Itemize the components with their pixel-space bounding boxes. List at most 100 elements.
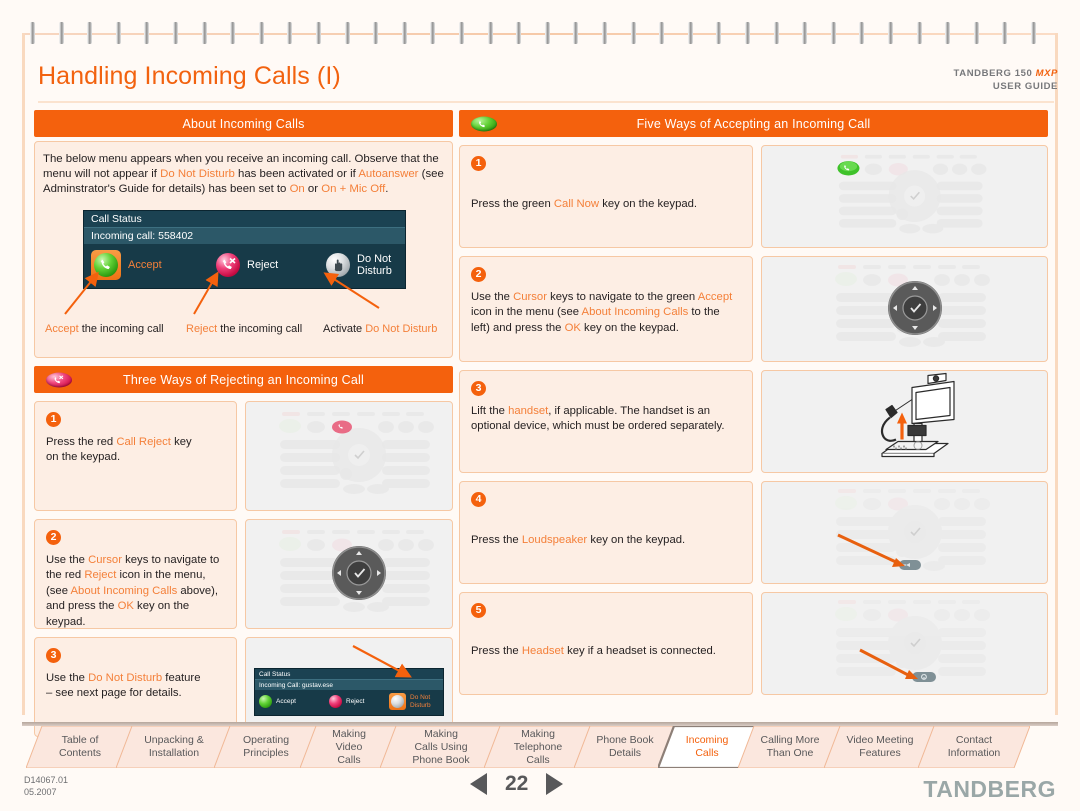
a2-hl1: Cursor: [513, 291, 547, 303]
step-number-badge: 5: [471, 603, 486, 618]
r3-t1: Use the: [46, 672, 89, 684]
callout-accept-rest: the incoming call: [78, 322, 164, 335]
callout-reject: Reject the incoming call: [186, 323, 302, 335]
step-number-badge: 1: [46, 412, 61, 427]
reject-step-row-2: 2 Use the Cursor keys to navigate to the…: [34, 519, 453, 629]
r3-t3: – see next page for details.: [46, 687, 182, 700]
a1-t1: Press the green: [471, 198, 554, 210]
a2-hl2: Accept: [697, 291, 733, 303]
page-title: Handling Incoming Calls (I): [38, 62, 341, 90]
section-header-five-ways-accepting: Five Ways of Accepting an Incoming Call: [459, 110, 1048, 137]
tab-label: Calling More Than One: [760, 734, 820, 759]
accept-step-pic-3: [761, 370, 1048, 473]
accept-step-2-text: Use the Cursor keys to navigate to the g…: [471, 290, 741, 336]
red-phone-pill-icon: [46, 372, 72, 387]
a1-hl1: Call Now: [553, 198, 600, 210]
title-rule: [38, 101, 1054, 103]
about-paragraph: The below menu appears when you receive …: [43, 152, 444, 198]
reject-step-card-2: 2 Use the Cursor keys to navigate to the…: [34, 519, 237, 629]
reject-step-pic-2: [245, 519, 453, 629]
remote-control-image-reject: [254, 408, 444, 504]
accept-step-row-5: 5 Press the Headset key if a headset is …: [459, 592, 1048, 695]
tab-label: Making Telephone Calls: [513, 727, 563, 766]
brand-product-mxp: MXP: [1035, 68, 1058, 79]
accept-step-3-text: Lift the handset, if applicable. The han…: [471, 404, 741, 435]
green-phone-pill-icon: [471, 116, 497, 131]
a2-t5: key on the keypad.: [580, 321, 679, 334]
section-title-accepting: Five Ways of Accepting an Incoming Call: [636, 116, 871, 131]
right-column: Five Ways of Accepting an Incoming Call …: [459, 110, 1048, 695]
videophone-handset-illustration: [830, 371, 980, 472]
user-guide-page: Handling Incoming Calls (I) TANDBERG 150…: [0, 0, 1080, 811]
about-hl-do-not-disturb: Do Not Disturb: [160, 168, 235, 181]
a2-hl4: OK: [564, 321, 581, 334]
accept-step-pic-1: [761, 145, 1048, 248]
r2-hl3: About Incoming Calls: [70, 584, 178, 597]
menu-reject-label: Reject: [247, 258, 279, 271]
callout-dnd: Activate Do Not Disturb: [323, 323, 437, 335]
accept-step-row-2: 2 Use the Cursor keys to navigate to the…: [459, 256, 1048, 362]
tab-label: Phone Book Details: [596, 734, 654, 759]
accept-step-row-3: 3 Lift the handset, if applicable. The h…: [459, 370, 1048, 473]
step-number-badge: 4: [471, 492, 486, 507]
reject-pill-badge: [46, 372, 72, 387]
brand-guide: USER GUIDE: [992, 81, 1058, 92]
about-hl-on-mic-off: On + Mic Off: [321, 183, 386, 196]
a4-t2: key on the keypad.: [587, 534, 686, 546]
r1-hl1: Call Reject: [116, 436, 171, 448]
a2-hl3: About Incoming Calls: [581, 306, 689, 319]
r1-t1: Press the red: [46, 436, 117, 448]
section-title-rejecting: Three Ways of Rejecting an Incoming Call: [123, 372, 364, 387]
step-number-badge: 2: [46, 530, 61, 545]
accept-step-card-3: 3 Lift the handset, if applicable. The h…: [459, 370, 753, 473]
r1-t3: on the keypad.: [46, 451, 121, 464]
accept-step-card-1: 1 Press the green Call Now key on the ke…: [459, 145, 753, 248]
previous-page-arrow-icon[interactable]: [470, 773, 487, 795]
menu-accept-label: Accept: [128, 258, 162, 271]
tab-label: Making Video Calls: [332, 727, 366, 766]
reject-step-card-1: 1 Press the red Call Reject key on the ke…: [34, 401, 237, 511]
remote-control-image-call-now: [800, 151, 1010, 243]
tandberg-logo: TANDBERG: [923, 776, 1056, 802]
accept-step-card-4: 4 Press the Loudspeaker key on the keypa…: [459, 481, 753, 584]
a1-t2: key on the keypad.: [599, 198, 698, 210]
section-header-about-incoming-calls: About Incoming Calls: [34, 110, 453, 137]
accept-step-pic-2: [761, 256, 1048, 362]
r2-hl2: Reject: [84, 569, 117, 582]
callout-reject-hl: Reject: [186, 322, 218, 335]
next-page-arrow-icon[interactable]: [546, 773, 564, 795]
brand-block: TANDBERG 150 MXP USER GUIDE: [954, 68, 1058, 92]
about-hl-on: On: [289, 183, 305, 196]
accept-step-card-2: 2 Use the Cursor keys to navigate to the…: [459, 256, 753, 362]
callout-reject-rest: the incoming call: [217, 322, 303, 335]
accept-step-4-text: Press the Loudspeaker key on the keypad.: [471, 533, 741, 548]
brand-product-text: TANDBERG 150: [953, 68, 1036, 79]
about-text-2: has been activated or if: [234, 168, 359, 181]
callout-dnd-pre: Activate: [323, 322, 366, 335]
tab-label: Table of Contents: [58, 734, 102, 759]
r2-hl4: OK: [117, 600, 134, 613]
r2-hl1: Cursor: [88, 554, 122, 566]
page-frame-right-edge: [1055, 33, 1058, 715]
about-text-5: .: [385, 183, 389, 196]
tab-label: Making Calls Using Phone Book: [412, 727, 470, 766]
document-id: D14067.01 05.2007: [24, 774, 68, 798]
menu-dnd-label-l1: Do Not: [357, 252, 392, 265]
a4-t1: Press the: [471, 534, 522, 546]
accept-step-pic-4: [761, 481, 1048, 584]
a2-t1: Use the: [471, 291, 514, 303]
a3-t1: Lift the: [471, 405, 509, 417]
callout-dnd-hl: Do Not Disturb: [365, 322, 438, 335]
remote-control-image-cursor-ok: [800, 261, 1010, 357]
section-header-three-ways-rejecting: Three Ways of Rejecting an Incoming Call: [34, 366, 453, 393]
reject-step-row-1: 1 Press the red Call Reject key on the ke…: [34, 401, 453, 511]
accept-step-row-4: 4 Press the Loudspeaker key on the keypa…: [459, 481, 1048, 584]
step-number-badge: 3: [471, 381, 486, 396]
accept-step-1-text: Press the green Call Now key on the keyp…: [471, 197, 741, 212]
callout-arrows: [64, 271, 380, 315]
reject-step-pic-1: [245, 401, 453, 511]
tab-contact-information[interactable]: Contact Information: [917, 725, 1031, 769]
remote-control-image-cursor: [254, 526, 444, 622]
doc-date-line: 05.2007: [24, 787, 57, 797]
page-number: 22: [505, 772, 529, 795]
